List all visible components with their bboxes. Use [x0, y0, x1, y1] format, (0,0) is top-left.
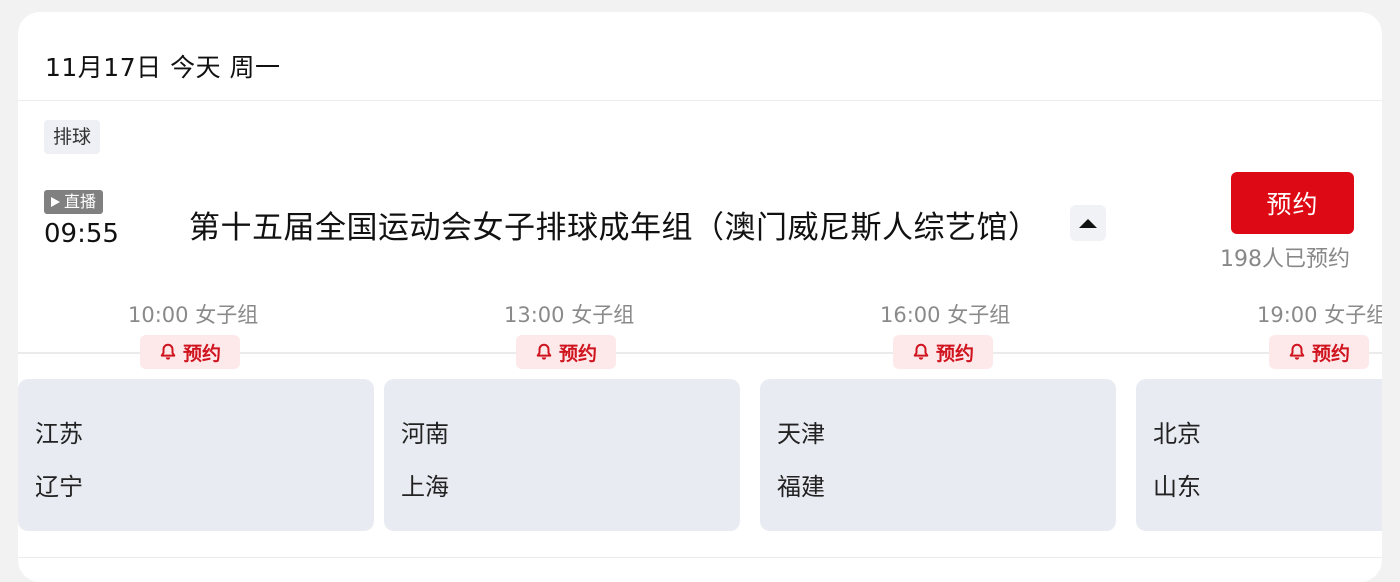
slot-time: 10:00 女子组	[128, 303, 259, 327]
divider	[18, 557, 1382, 558]
live-label: 直播	[64, 192, 97, 211]
reserve-count: 198人已预约	[1220, 247, 1350, 272]
team-name: 福建	[777, 473, 825, 501]
reserve-button[interactable]: 预约	[1231, 172, 1354, 234]
sport-tag: 排球	[44, 120, 101, 154]
match-card[interactable]: 江苏 辽宁	[18, 379, 374, 531]
slot-time: 19:00 女子组	[1257, 303, 1382, 327]
divider	[18, 100, 1382, 101]
caret-up-icon	[1079, 218, 1097, 228]
slot-reserve-button[interactable]: 预约	[140, 335, 240, 369]
play-icon	[51, 197, 60, 207]
team-name: 江苏	[35, 420, 83, 448]
slot-reserve-label: 预约	[1311, 342, 1350, 365]
slot-reserve-label: 预约	[935, 342, 974, 365]
schedule-card: 11月17日 今天 周一 排球 直播 09:55 第十五届全国运动会女子排球成年…	[18, 12, 1382, 582]
team-name: 天津	[777, 420, 825, 448]
live-badge: 直播	[44, 190, 104, 214]
match-card[interactable]: 天津 福建	[760, 379, 1116, 531]
slot-reserve-label: 预约	[558, 342, 597, 365]
match-card[interactable]: 北京 山东	[1136, 379, 1382, 531]
slot-reserve-button[interactable]: 预约	[1269, 335, 1369, 369]
team-name: 河南	[401, 420, 449, 448]
slot-reserve-button[interactable]: 预约	[516, 335, 616, 369]
match-card[interactable]: 河南 上海	[384, 379, 740, 531]
bell-icon	[913, 343, 929, 360]
collapse-button[interactable]	[1070, 205, 1106, 241]
bell-icon	[536, 343, 552, 360]
bell-icon	[1289, 343, 1305, 360]
slot-reserve-label: 预约	[182, 342, 221, 365]
slot-time: 16:00 女子组	[880, 303, 1011, 327]
start-time: 09:55	[44, 219, 119, 249]
bell-icon	[160, 343, 176, 360]
team-name: 辽宁	[35, 473, 83, 501]
slot-reserve-button[interactable]: 预约	[893, 335, 993, 369]
team-name: 上海	[401, 473, 449, 501]
slot-time: 13:00 女子组	[504, 303, 635, 327]
team-name: 北京	[1153, 420, 1201, 448]
event-title[interactable]: 第十五届全国运动会女子排球成年组（澳门威尼斯人综艺馆）	[189, 202, 1040, 247]
date-header: 11月17日 今天 周一	[45, 53, 281, 82]
team-name: 山东	[1153, 473, 1201, 501]
